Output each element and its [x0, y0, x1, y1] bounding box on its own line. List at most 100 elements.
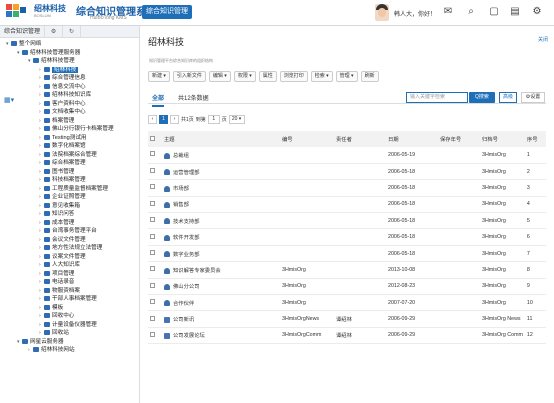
table-row[interactable]: 总裁组 2006-05-19 3HmisOrg 1	[148, 147, 546, 164]
toolbar-button[interactable]: 浏览打印	[279, 71, 308, 82]
row-title[interactable]: 软件开发部	[173, 235, 200, 241]
toolbar-button[interactable]: 属性	[258, 71, 277, 82]
table-row[interactable]: 数字业务部 2006-05-18 3HmisOrg 7	[148, 245, 546, 262]
tree-node[interactable]: › 意见收集箱	[39, 202, 80, 210]
search-icon[interactable]: ⌕	[464, 5, 478, 19]
row-checkbox[interactable]	[150, 200, 155, 206]
tree-node[interactable]: › 模板	[39, 304, 63, 312]
table-row[interactable]: 公司发展论坛 3HmisOrgComm 谭绍林 2006-09-29 3HmisOrg …	[148, 327, 546, 344]
gear-icon[interactable]: ⚙	[530, 5, 544, 19]
tree-node[interactable]: › 知识问答	[39, 210, 74, 218]
settings-button[interactable]: ⚙设置	[521, 92, 545, 103]
tree-node[interactable]: › 计量设备仪器管理	[39, 321, 97, 329]
table-row[interactable]: 公司新讯 3HmisOrgNews 谭绍林 2006-09-29 3HmisOrg Ne…	[148, 311, 546, 328]
tree-node[interactable]: › 综合档案管理	[39, 159, 86, 167]
tree-node[interactable]: › 物服资档案	[39, 287, 80, 295]
col-code[interactable]: 编号	[280, 131, 334, 147]
tab-all[interactable]: 全部	[152, 93, 165, 107]
tree-node[interactable]: › 图书管理	[39, 168, 74, 176]
tree-node[interactable]: › 成本管理	[39, 219, 74, 227]
toolbar-button[interactable]: 引入新文件	[172, 71, 206, 82]
tree-node[interactable]: › 回收中心	[39, 312, 74, 320]
tree-node[interactable]: › 台湾事务管理平台	[39, 227, 97, 235]
toolbar-button[interactable]: 检索 ▾	[310, 71, 333, 82]
tree-node[interactable]: › 工程质量监督档案管理	[39, 185, 108, 193]
table-row[interactable]: 合作伙伴 3HmisOrg 2007-07-20 3HmisOrg 10	[148, 295, 546, 311]
tree-node[interactable]: ▾ 绍林科技管理	[28, 57, 75, 65]
select-all-checkbox[interactable]	[150, 135, 155, 141]
col-owner[interactable]: 责任者	[334, 131, 386, 147]
table-row[interactable]: 市场部 2006-05-18 3HmisOrg 3	[148, 180, 546, 197]
row-checkbox[interactable]	[150, 217, 155, 223]
tree-node[interactable]: › 干部人事档案管理	[39, 295, 97, 303]
advanced-search-button[interactable]: 高级	[499, 92, 517, 103]
table-row[interactable]: 技术支持部 2006-05-18 3HmisOrg 5	[148, 213, 546, 229]
search-input[interactable]: 输入关键字检索	[406, 92, 468, 103]
prev-page-button[interactable]: ‹	[148, 114, 157, 124]
table-row[interactable]: 佛山分公司 3HmisOrg 2012-08-23 3HmisOrg 9	[148, 278, 546, 295]
table-row[interactable]: 销售部 2006-05-18 3HmisOrg 4	[148, 196, 546, 213]
row-title[interactable]: 公司新讯	[173, 317, 194, 323]
row-title[interactable]: 技术支持部	[173, 219, 200, 225]
toolbar-button[interactable]: 新建 ▾	[148, 71, 170, 82]
row-checkbox[interactable]	[150, 151, 155, 157]
row-title[interactable]: 销售部	[173, 202, 189, 208]
toolbar-button[interactable]: 刷新	[360, 71, 379, 82]
doc-icon[interactable]: ▤	[508, 5, 522, 19]
row-title[interactable]: 总裁组	[173, 153, 189, 159]
close-link[interactable]: 关闭	[538, 36, 548, 43]
mail-icon[interactable]: ✉	[441, 5, 455, 19]
search-button[interactable]: Q搜索	[469, 92, 495, 103]
tree-node[interactable]: › 绍林科技知识库	[39, 91, 91, 99]
row-title[interactable]: 数字业务部	[173, 252, 200, 258]
table-row[interactable]: 软件开发部 2006-05-18 3HmisOrg 6	[148, 229, 546, 246]
avatar[interactable]	[375, 4, 389, 21]
tree-node[interactable]: › 佛山分行银行卡档案管理	[39, 125, 114, 133]
row-checkbox[interactable]	[150, 299, 155, 305]
row-checkbox[interactable]	[150, 331, 155, 337]
tree-node[interactable]: › 绍林科技网站	[28, 346, 75, 354]
row-checkbox[interactable]	[150, 168, 155, 174]
gear-icon[interactable]: ⚙	[45, 25, 64, 38]
view-toggle-icon[interactable]: ▦▾	[4, 96, 16, 104]
tree-node[interactable]: › 法院档案综合管理	[39, 151, 97, 159]
tree-node[interactable]: › 会议文件管理	[39, 236, 86, 244]
row-checkbox[interactable]	[150, 233, 155, 239]
sidebar-tab[interactable]: 综合知识管理	[0, 25, 46, 38]
tree-node[interactable]: ▾ 绍林科技管理服务器	[17, 49, 80, 57]
refresh-icon[interactable]: ↻	[63, 25, 82, 38]
tree-node[interactable]: › 人大知识库	[39, 261, 80, 269]
tree-node[interactable]: › 地方性法规立法管理	[39, 244, 102, 252]
tree-node[interactable]: › 客户资料中心	[39, 100, 86, 108]
tree-node[interactable]: › 文档收集中心	[39, 108, 86, 116]
next-page-button[interactable]: ›	[170, 114, 179, 124]
row-checkbox[interactable]	[150, 250, 155, 256]
user-greeting[interactable]: 韩人大，你好！	[394, 9, 436, 18]
row-checkbox[interactable]	[150, 282, 155, 288]
row-checkbox[interactable]	[150, 266, 155, 272]
message-icon[interactable]: ▢	[487, 5, 501, 19]
tree-node[interactable]: › 数字化档案馆	[39, 142, 86, 150]
tree-node[interactable]: › 回收站	[39, 329, 69, 337]
row-title[interactable]: 市场部	[173, 186, 189, 192]
tree-node[interactable]: › 档案管理	[39, 117, 74, 125]
nav-kms-button[interactable]: 综合知识管理	[142, 5, 192, 19]
tree-node[interactable]: › 项目管理	[39, 270, 74, 278]
row-title[interactable]: 知识解答专家委员会	[173, 268, 221, 274]
goto-page-input[interactable]: 1	[207, 114, 220, 124]
tree-node[interactable]: › Testing测试用	[39, 134, 87, 142]
tree-node[interactable]: › 企业证照管理	[39, 193, 86, 201]
col-year[interactable]: 保存年号	[438, 131, 480, 147]
row-checkbox[interactable]	[150, 184, 155, 190]
col-seq[interactable]: 序号	[525, 131, 546, 147]
row-title[interactable]: 合作伙伴	[173, 301, 194, 307]
toolbar-button[interactable]: 权限 ▾	[233, 71, 256, 82]
tree-node[interactable]: ▾ 整个网络	[6, 40, 41, 48]
tree-node[interactable]: › 电话录音	[39, 278, 74, 286]
tree-node[interactable]: › 科技档案管理	[39, 176, 86, 184]
table-row[interactable]: 知识解答专家委员会 3HmisOrg 2013-10-08 3HmisOrg 8	[148, 262, 546, 279]
tree-node[interactable]: ▾ 网星云服务器	[17, 338, 64, 346]
tree-node[interactable]: › 绍林科技	[39, 66, 79, 74]
toolbar-button[interactable]: 管理 ▾	[335, 71, 358, 82]
col-date[interactable]: 日期	[386, 131, 438, 147]
